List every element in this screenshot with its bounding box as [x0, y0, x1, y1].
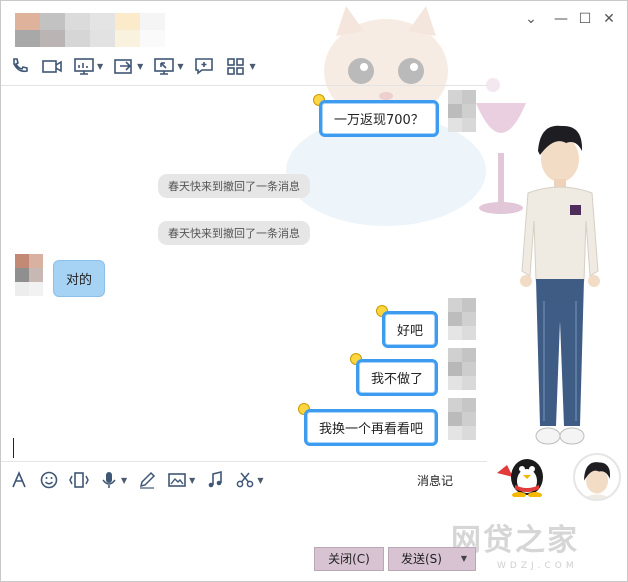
- sent-message-bubble[interactable]: 一万返现700？: [319, 100, 439, 137]
- close-window-button[interactable]: ✕: [599, 9, 619, 29]
- recall-notice: 春天快来到撤回了一条消息: [158, 174, 310, 198]
- screen-share-button[interactable]: ▼: [73, 54, 103, 78]
- image-icon: [168, 473, 186, 487]
- font-icon[interactable]: [9, 470, 29, 490]
- avatar-portrait-icon: [582, 462, 612, 499]
- sender-avatar-blurred: [448, 398, 476, 440]
- voice-call-button[interactable]: [9, 54, 31, 78]
- screenshot-button[interactable]: ▼: [235, 470, 263, 490]
- video-camera-icon: [42, 60, 62, 73]
- voice-message-button[interactable]: ▼: [99, 470, 127, 490]
- chevron-down-icon: ▼: [189, 475, 196, 485]
- remote-desktop-button[interactable]: ▼: [153, 54, 183, 78]
- shake-icon[interactable]: [69, 470, 89, 490]
- send-button-label: 发送(S): [401, 552, 442, 566]
- phone-icon: [13, 58, 28, 73]
- sent-message-bubble[interactable]: 我不做了: [356, 359, 439, 396]
- send-image-button[interactable]: ▼: [167, 470, 195, 490]
- chevron-down-icon[interactable]: ▼: [461, 548, 467, 570]
- voice-icon: [102, 472, 116, 488]
- watermark-domain: WDZJ.COM: [497, 561, 578, 571]
- contact-avatar-blurred: [15, 254, 43, 296]
- music-icon[interactable]: [205, 470, 225, 490]
- sender-avatar-blurred: [448, 348, 476, 390]
- emoji-icon[interactable]: [39, 470, 59, 490]
- handwriting-icon[interactable]: [137, 470, 157, 490]
- chevron-down-icon: ▼: [137, 61, 144, 71]
- window-menu-button[interactable]: ⌄: [521, 9, 541, 29]
- chat-window: ⌄ — ☐ ✕ ▼ ▼ ▼ ▼ 一万返现700？ 春天快来到撤回了一条消息 春天…: [0, 0, 628, 582]
- maximize-button[interactable]: ☐: [575, 9, 595, 29]
- chevron-down-icon: ▼: [121, 475, 128, 485]
- chevron-down-icon: ▼: [249, 61, 256, 71]
- chat-toolbar: ▼ ▼ ▼ ▼: [9, 53, 256, 79]
- minimize-button[interactable]: —: [551, 9, 571, 29]
- contact-name-blurred: [15, 13, 165, 47]
- avatar-show-figure: [520, 125, 600, 445]
- app-grid-icon: [227, 58, 245, 75]
- received-message-bubble[interactable]: 对的: [53, 260, 106, 297]
- text-cursor: [13, 438, 14, 458]
- file-transfer-icon: [114, 59, 132, 74]
- file-transfer-button[interactable]: ▼: [113, 54, 143, 78]
- qq-penguin-icon[interactable]: [497, 451, 547, 497]
- title-bar: ⌄ — ☐ ✕: [1, 1, 627, 51]
- video-call-button[interactable]: [41, 54, 63, 78]
- scissors-icon: [236, 472, 254, 488]
- screen-share-icon: [74, 58, 94, 75]
- input-divider: [1, 461, 487, 462]
- remote-desktop-icon: [154, 58, 175, 75]
- apps-button[interactable]: ▼: [225, 54, 256, 78]
- send-button[interactable]: 发送(S) ▼: [388, 547, 476, 571]
- add-chat-icon: [195, 58, 214, 75]
- sender-avatar-blurred: [448, 90, 476, 132]
- start-group-chat-button[interactable]: [193, 54, 215, 78]
- input-toolbar: ▼ ▼ ▼: [9, 467, 263, 493]
- chevron-down-icon: ▼: [97, 61, 104, 71]
- recall-notice: 春天快来到撤回了一条消息: [158, 221, 310, 245]
- sender-avatar-blurred: [448, 298, 476, 340]
- sent-message-bubble[interactable]: 好吧: [382, 311, 439, 348]
- chevron-down-icon: ▼: [177, 61, 184, 71]
- own-avatar[interactable]: [573, 453, 621, 501]
- close-chat-button[interactable]: 关闭(C): [314, 547, 384, 571]
- message-history-link[interactable]: 消息记: [417, 472, 453, 489]
- chevron-down-icon: ▼: [257, 475, 264, 485]
- message-list: 一万返现700？ 春天快来到撤回了一条消息 春天快来到撤回了一条消息 对的 好吧…: [1, 86, 487, 446]
- sent-message-bubble[interactable]: 我换一个再看看吧: [304, 409, 439, 446]
